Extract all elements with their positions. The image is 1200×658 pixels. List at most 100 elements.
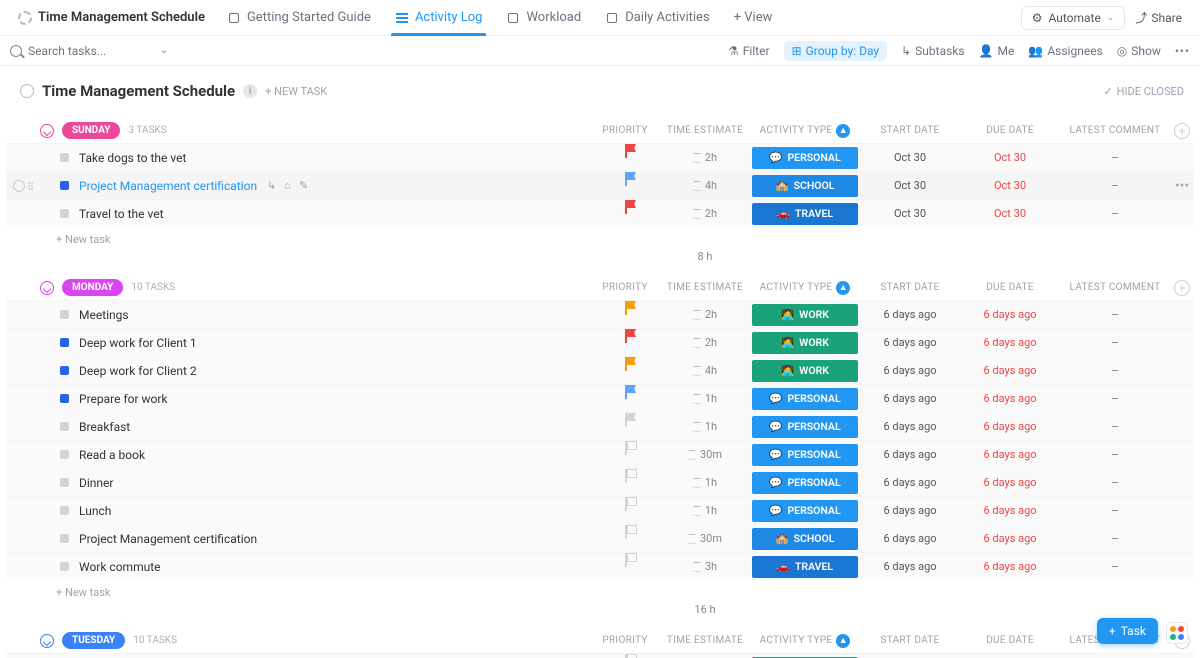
status-square[interactable]	[60, 394, 69, 403]
comment-cell[interactable]: –	[1060, 448, 1170, 462]
task-name[interactable]: Travel to the vet	[79, 207, 164, 221]
time-estimate-cell[interactable]: 1h	[660, 420, 750, 433]
time-estimate-cell[interactable]: 30m	[660, 532, 750, 545]
comment-cell[interactable]: –	[1060, 336, 1170, 350]
status-square[interactable]	[60, 506, 69, 515]
due-date-cell[interactable]: Oct 30	[960, 179, 1060, 192]
search-input[interactable]	[28, 44, 148, 58]
col-activity-type[interactable]: ACTIVITY TYPE▲	[750, 634, 860, 648]
start-date-cell[interactable]: 6 days ago	[860, 532, 960, 545]
comment-cell[interactable]: –	[1060, 476, 1170, 490]
me-button[interactable]: 👤Me	[979, 44, 1015, 58]
collapse-toggle[interactable]	[40, 281, 54, 295]
due-date-cell[interactable]: Oct 30	[960, 207, 1060, 220]
day-pill[interactable]: TUESDAY	[62, 632, 125, 649]
start-date-cell[interactable]: Oct 30	[860, 179, 960, 192]
tab-daily-activities[interactable]: Daily Activities	[593, 0, 721, 36]
start-date-cell[interactable]: 6 days ago	[860, 336, 960, 349]
task-row[interactable]: Project Management certification ↳⌂✎ 4h …	[6, 171, 1194, 199]
tab-activity-log[interactable]: Activity Log	[383, 0, 495, 36]
status-square[interactable]	[60, 366, 69, 375]
status-square[interactable]	[60, 310, 69, 319]
task-row[interactable]: Breakfast 1h 💬PERSONAL 6 days ago 6 days…	[6, 412, 1194, 440]
due-date-cell[interactable]: 6 days ago	[960, 420, 1060, 433]
tab-workload[interactable]: Workload	[494, 0, 593, 36]
status-square[interactable]	[60, 534, 69, 543]
collapse-toggle[interactable]	[40, 124, 54, 138]
status-square[interactable]	[60, 562, 69, 571]
new-task-button[interactable]: + NEW TASK	[265, 85, 327, 98]
task-name[interactable]: Meetings	[79, 308, 129, 322]
subtask-icon[interactable]: ↳	[267, 179, 276, 192]
add-column-button[interactable]: +	[1174, 280, 1190, 296]
start-date-cell[interactable]: 6 days ago	[860, 364, 960, 377]
due-date-cell[interactable]: 6 days ago	[960, 560, 1060, 573]
task-row[interactable]: Project Management certification 30m 🏫SC…	[6, 524, 1194, 552]
col-activity-type[interactable]: ACTIVITY TYPE▲	[750, 281, 860, 295]
task-row[interactable]: Take dogs to the vet 2h 💬PERSONAL Oct 30…	[6, 143, 1194, 171]
comment-cell[interactable]: –	[1060, 504, 1170, 518]
start-date-cell[interactable]: 6 days ago	[860, 476, 960, 489]
task-name[interactable]: Lunch	[79, 504, 111, 518]
day-pill[interactable]: SUNDAY	[62, 122, 120, 139]
new-task-row[interactable]: + New task	[6, 580, 1194, 603]
activity-type-chip[interactable]: 💬PERSONAL	[752, 147, 858, 169]
due-date-cell[interactable]: 6 days ago	[960, 476, 1060, 489]
due-date-cell[interactable]: 6 days ago	[960, 364, 1060, 377]
due-date-cell[interactable]: 6 days ago	[960, 308, 1060, 321]
activity-type-chip[interactable]: 💬PERSONAL	[752, 444, 858, 466]
status-square[interactable]	[60, 338, 69, 347]
time-estimate-cell[interactable]: 2h	[660, 151, 750, 164]
start-date-cell[interactable]: 6 days ago	[860, 308, 960, 321]
select-circle[interactable]	[13, 180, 25, 192]
comment-cell[interactable]: –	[1060, 207, 1170, 221]
due-date-cell[interactable]: 6 days ago	[960, 392, 1060, 405]
start-date-cell[interactable]: 6 days ago	[860, 420, 960, 433]
comment-cell[interactable]: –	[1060, 392, 1170, 406]
hide-closed-button[interactable]: ✓HIDE CLOSED	[1103, 85, 1184, 98]
start-date-cell[interactable]: 6 days ago	[860, 560, 960, 573]
status-square[interactable]	[60, 181, 69, 190]
activity-type-chip[interactable]: 🏫SCHOOL	[752, 175, 858, 197]
add-column-button[interactable]: +	[1174, 123, 1190, 139]
due-date-cell[interactable]: 6 days ago	[960, 504, 1060, 517]
task-name[interactable]: Take dogs to the vet	[79, 151, 186, 165]
show-button[interactable]: ◎Show	[1117, 44, 1161, 58]
new-task-fab[interactable]: +Task	[1097, 618, 1158, 644]
task-row[interactable]: Deep work for Client 1 2h 🧑‍💻WORK 6 days…	[6, 328, 1194, 356]
comment-cell[interactable]: –	[1060, 420, 1170, 434]
comment-cell[interactable]: –	[1060, 151, 1170, 165]
activity-type-chip[interactable]: 🚗TRAVEL	[752, 203, 858, 225]
task-row[interactable]: Lunch 1h 💬PERSONAL 6 days ago 6 days ago…	[6, 496, 1194, 524]
collapse-toggle[interactable]	[40, 634, 54, 648]
more-menu[interactable]: •••	[1175, 44, 1190, 58]
new-task-row[interactable]: + New task	[6, 227, 1194, 250]
time-estimate-cell[interactable]: 1h	[660, 392, 750, 405]
due-date-cell[interactable]: 6 days ago	[960, 448, 1060, 461]
activity-type-chip[interactable]: 💬PERSONAL	[752, 416, 858, 438]
time-estimate-cell[interactable]: 2h	[660, 308, 750, 321]
activity-type-chip[interactable]: 💬PERSONAL	[752, 472, 858, 494]
start-date-cell[interactable]: 6 days ago	[860, 392, 960, 405]
activity-type-chip[interactable]: 🚗TRAVEL	[752, 556, 858, 578]
comment-cell[interactable]: –	[1060, 179, 1170, 193]
task-row[interactable]: Deep work for Client 2 4h 🧑‍💻WORK 6 days…	[6, 356, 1194, 384]
task-name[interactable]: Breakfast	[79, 420, 130, 434]
tab-getting-started[interactable]: Getting Started Guide	[215, 0, 383, 36]
start-date-cell[interactable]: Oct 30	[860, 151, 960, 164]
task-name[interactable]: Deep work for Client 1	[79, 336, 197, 350]
status-square[interactable]	[60, 153, 69, 162]
time-estimate-cell[interactable]: 30m	[660, 448, 750, 461]
add-view-button[interactable]: + View	[722, 10, 785, 25]
tag-icon[interactable]: ⌂	[284, 179, 291, 192]
time-estimate-cell[interactable]: 2h	[660, 207, 750, 220]
due-date-cell[interactable]: 6 days ago	[960, 532, 1060, 545]
activity-type-chip[interactable]: 💬PERSONAL	[752, 388, 858, 410]
task-name[interactable]: Deep work for Client 2	[79, 364, 197, 378]
task-name[interactable]: Read a book	[79, 448, 145, 462]
group-by-button[interactable]: ⊞Group by: Day	[784, 41, 888, 61]
due-date-cell[interactable]: 6 days ago	[960, 336, 1060, 349]
task-name[interactable]: Dinner	[79, 476, 113, 490]
comment-cell[interactable]: –	[1060, 532, 1170, 546]
time-estimate-cell[interactable]: 1h	[660, 504, 750, 517]
